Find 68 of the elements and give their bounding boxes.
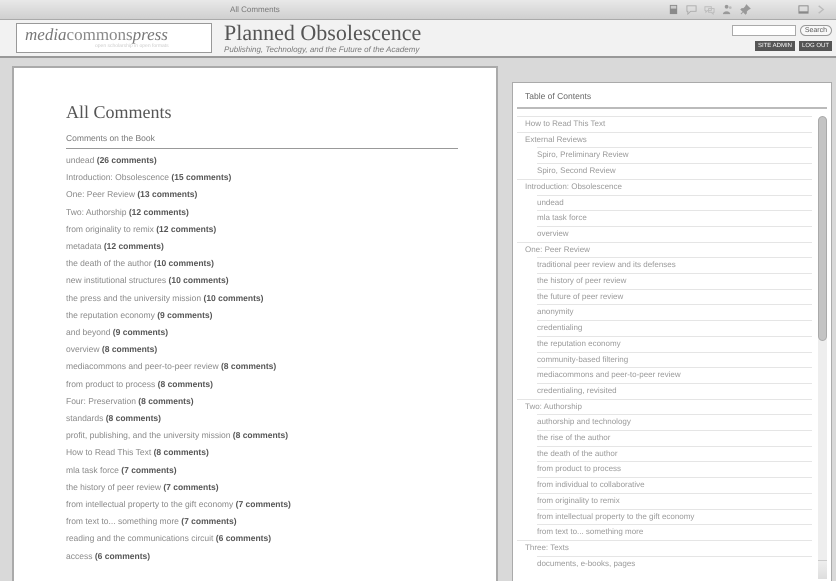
panel-title: Table of Contents xyxy=(517,83,827,109)
section-heading: Comments on the Book xyxy=(66,133,458,149)
comment-link[interactable]: overview (8 comments) xyxy=(66,341,158,358)
users-icon[interactable] xyxy=(722,4,733,15)
comment-link[interactable]: from originality to remix (12 comments) xyxy=(66,220,216,238)
toc-link[interactable]: mla task force xyxy=(537,210,812,226)
toc-link[interactable]: How to Read This Text xyxy=(517,116,812,132)
comment-link[interactable]: undead (26 comments) xyxy=(66,152,157,170)
comment-link[interactable]: the death of the author (10 comments) xyxy=(66,255,214,272)
comment-link[interactable]: from product to process (8 comments) xyxy=(66,376,213,393)
comment-link[interactable]: Four: Preservation (8 comments) xyxy=(66,392,194,410)
comment-link[interactable]: reading and the communications circuit (6 comments) xyxy=(66,530,272,548)
comment-link[interactable]: new institutional structures (10 comments) xyxy=(66,272,229,290)
comment-link[interactable]: How to Read This Text (8 comments) xyxy=(66,444,209,462)
comment-link[interactable]: mediacommons and peer-to-peer review (8 comments) xyxy=(66,358,276,376)
toc-link[interactable]: the history of peer review xyxy=(537,273,812,289)
toc-link[interactable]: the death of the author xyxy=(537,446,812,462)
toc-link[interactable]: mediacommons and peer-to-peer review xyxy=(537,367,812,383)
toc-link[interactable]: undead xyxy=(537,194,812,210)
comment-link[interactable]: metadata (12 comments) xyxy=(66,238,164,256)
toc-link[interactable]: anonymity xyxy=(537,304,812,320)
scrollbar[interactable] xyxy=(818,116,827,579)
toc-link[interactable]: credentialing, revisited xyxy=(537,382,812,399)
toc-link[interactable]: from individual to collaborative xyxy=(537,477,812,493)
page-heading: All Comments xyxy=(66,102,173,123)
toc-link[interactable]: External Reviews xyxy=(517,132,812,148)
comment-link[interactable]: the history of peer review (7 comments) xyxy=(66,478,219,496)
toc-link[interactable]: the rise of the author xyxy=(537,430,812,446)
toc-link[interactable]: Three: Texts xyxy=(517,540,812,556)
toc-link[interactable]: the future of peer review xyxy=(537,288,812,304)
toc-link[interactable]: Introduction: Obsolescence xyxy=(517,178,812,195)
toc-link[interactable]: One: Peer Review xyxy=(517,242,812,258)
scroll-thumb[interactable] xyxy=(818,116,827,341)
toc-link[interactable]: the reputation economy xyxy=(537,336,812,352)
comment-link[interactable]: standards (8 comments) xyxy=(66,410,161,428)
toc-link[interactable]: documents, e-books, pages xyxy=(537,556,812,572)
comment-link[interactable]: Two: Authorship (12 comments) xyxy=(66,204,189,221)
book-icon[interactable] xyxy=(668,4,679,15)
toc-link[interactable]: Two: Authorship xyxy=(517,398,812,414)
comment-link[interactable]: from intellectual property to the gift economy (7 comments) xyxy=(66,496,291,514)
window-icon[interactable] xyxy=(798,4,809,15)
site-subtitle: Publishing, Technology, and the Future of the Academy xyxy=(224,45,421,54)
page-title: All Comments xyxy=(230,5,281,14)
search-field[interactable] xyxy=(732,25,796,36)
comment-link[interactable]: from text to... something more (7 comments) xyxy=(66,513,237,530)
toc-link[interactable]: authorship and technology xyxy=(537,414,812,430)
toc-link[interactable]: credentialing xyxy=(537,320,812,336)
comment-link[interactable]: access (6 comments) xyxy=(66,548,150,565)
comment-link[interactable]: Introduction: Obsolescence (15 comments) xyxy=(66,169,232,186)
speech-bubble-icon[interactable] xyxy=(686,4,697,15)
pin-icon[interactable] xyxy=(740,4,751,15)
toc-link[interactable]: community-based filtering xyxy=(537,352,812,368)
comment-link[interactable]: profit, publishing, and the university mission (8 comments) xyxy=(66,427,288,444)
speech-bubbles-icon[interactable] xyxy=(704,4,715,15)
site-title[interactable]: Planned Obsolescence xyxy=(224,22,422,44)
comment-link[interactable]: the press and the university mission (10 comments) xyxy=(66,290,264,307)
toc-link[interactable]: from intellectual property to the gift economy xyxy=(537,508,812,524)
toc-link[interactable]: traditional peer review and its defenses xyxy=(537,257,812,274)
toc-link[interactable]: from product to process xyxy=(537,461,812,478)
toc-link[interactable]: Spiro, Second Review xyxy=(537,163,812,179)
toc-link[interactable]: from originality to remix xyxy=(537,492,812,509)
toc-link[interactable]: from text to... something more xyxy=(537,524,812,540)
comment-link[interactable]: and beyond (9 comments) xyxy=(66,324,168,342)
comment-link[interactable]: One: Peer Review (13 comments) xyxy=(66,186,198,204)
comment-link[interactable]: the reputation economy (9 comments) xyxy=(66,306,212,324)
toc-link[interactable]: overview xyxy=(537,226,812,242)
comment-link[interactable]: mla task force (7 comments) xyxy=(66,462,177,479)
toc-link[interactable]: Spiro, Preliminary Review xyxy=(537,147,812,164)
